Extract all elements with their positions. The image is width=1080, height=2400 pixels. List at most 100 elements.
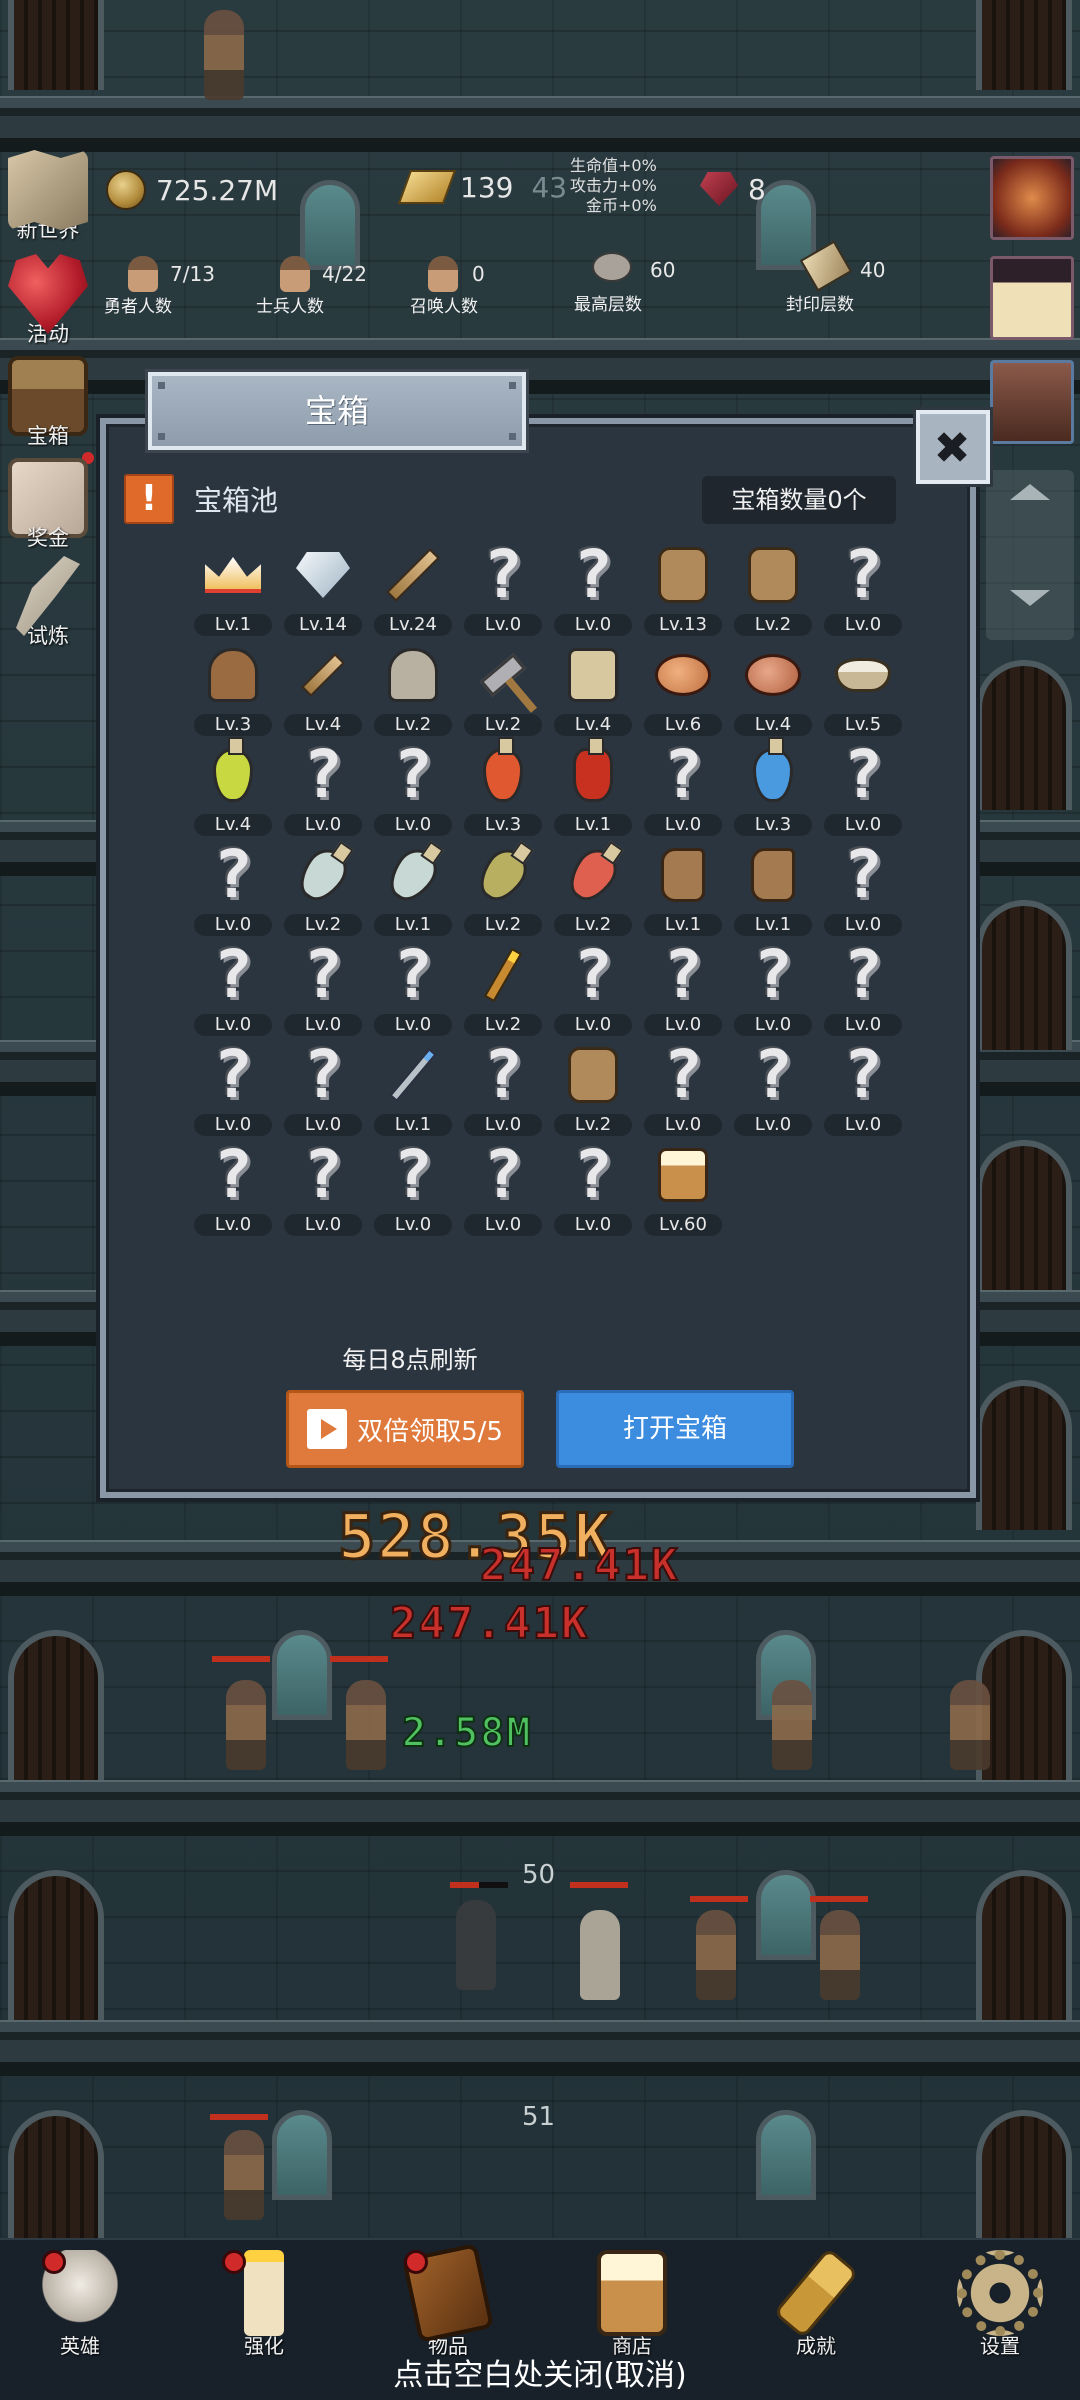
pool-item[interactable]: Lv.4 xyxy=(188,737,278,840)
pool-item[interactable]: ? Lv.0 xyxy=(638,940,728,1040)
pool-item[interactable]: ? Lv.0 xyxy=(548,1140,638,1240)
pool-item[interactable]: ? Lv.0 xyxy=(188,840,278,940)
pool-item[interactable]: Lv.2 xyxy=(458,940,548,1040)
side-menu-bonus[interactable]: 奖金 xyxy=(0,458,96,552)
pool-item[interactable]: ? Lv.0 xyxy=(548,540,638,640)
dungeon-door xyxy=(8,1870,104,2020)
pool-item[interactable]: Lv.1 xyxy=(548,737,638,840)
scroll-up-icon[interactable] xyxy=(1010,484,1050,500)
nav-item-items[interactable]: 物品 xyxy=(388,2243,508,2359)
pool-item[interactable]: ? Lv.0 xyxy=(278,1140,368,1240)
pool-item[interactable]: ? Lv.0 xyxy=(188,1140,278,1240)
pool-item[interactable]: ? Lv.0 xyxy=(278,940,368,1040)
unknown-icon: ? xyxy=(292,742,354,808)
pool-item[interactable]: Lv.1 xyxy=(368,840,458,940)
pool-item[interactable]: ? Lv.0 xyxy=(458,540,548,640)
question-mark-glyph: ? xyxy=(303,1036,343,1113)
pool-item[interactable]: ? Lv.0 xyxy=(818,540,908,640)
pool-item[interactable]: ? Lv.0 xyxy=(818,1040,908,1140)
dialog-title-text: 宝箱 xyxy=(304,392,369,430)
side-menu-new-world[interactable]: 新世界 xyxy=(0,150,96,244)
close-button[interactable]: ✖ xyxy=(916,410,990,484)
candle-event-button[interactable] xyxy=(990,256,1074,340)
pool-item[interactable]: ? Lv.0 xyxy=(458,1040,548,1140)
item-level: Lv.1 xyxy=(374,1114,452,1136)
item-level: Lv.0 xyxy=(824,914,902,936)
pool-item[interactable]: Lv.2 xyxy=(548,840,638,940)
nav-item-hero[interactable]: 英雄 xyxy=(20,2250,140,2359)
item-level: Lv.0 xyxy=(734,1114,812,1136)
pool-item[interactable]: Lv.14 xyxy=(278,540,368,640)
gem-display: 8 xyxy=(700,172,766,206)
dialog-title: 宝箱 xyxy=(148,372,526,450)
pool-item[interactable]: Lv.2 xyxy=(548,1040,638,1140)
pool-item[interactable]: ? Lv.0 xyxy=(368,740,458,840)
pool-item[interactable]: ? Lv.0 xyxy=(278,740,368,840)
double-claim-button[interactable]: 双倍领取5/5 xyxy=(286,1390,524,1468)
pool-item[interactable]: ? Lv.0 xyxy=(188,1040,278,1140)
shop-event-button[interactable] xyxy=(990,360,1074,444)
pool-item[interactable]: Lv.5 xyxy=(818,640,908,740)
nav-item-achievement[interactable]: 成就 xyxy=(756,2247,876,2359)
pool-item[interactable]: Lv.2 xyxy=(728,540,818,640)
pool-item[interactable]: Lv.1 xyxy=(368,1040,458,1140)
red-bottle-icon xyxy=(561,841,625,909)
nav-item-shop[interactable]: 商店 xyxy=(572,2250,692,2359)
pool-item[interactable]: ? Lv.0 xyxy=(278,1040,368,1140)
pool-item[interactable]: ? Lv.0 xyxy=(368,940,458,1040)
question-mark-glyph: ? xyxy=(573,936,613,1013)
pool-item[interactable]: ? Lv.0 xyxy=(818,940,908,1040)
pool-item[interactable]: ? Lv.0 xyxy=(638,740,728,840)
pool-item[interactable]: Lv.3 xyxy=(728,737,818,840)
close-icon: ✖ xyxy=(935,413,971,481)
pumpkin-event-button[interactable] xyxy=(990,156,1074,240)
pool-item[interactable]: Lv.2 xyxy=(278,840,368,940)
side-menu-chest[interactable]: 宝箱 xyxy=(0,356,96,464)
side-menu-activity[interactable]: 活动 xyxy=(0,254,96,348)
close-hint[interactable]: 点击空白处关闭(取消) xyxy=(0,2350,1080,2394)
pool-item[interactable]: Lv.1 xyxy=(728,840,818,940)
item-level: Lv.0 xyxy=(824,814,902,836)
unknown-icon: ? xyxy=(472,1142,534,1208)
pool-item[interactable]: ? Lv.0 xyxy=(548,940,638,1040)
question-mark-glyph: ? xyxy=(303,1136,343,1213)
pool-item[interactable]: Lv.13 xyxy=(638,540,728,640)
pool-item[interactable]: ? Lv.0 xyxy=(728,1040,818,1140)
open-chest-button[interactable]: 打开宝箱 xyxy=(556,1390,794,1468)
pool-item[interactable]: Lv.4 xyxy=(728,640,818,740)
pool-item[interactable]: ? Lv.0 xyxy=(368,1140,458,1240)
pool-item[interactable]: Lv.2 xyxy=(368,640,458,740)
item-level: Lv.0 xyxy=(824,1014,902,1036)
pool-item[interactable]: Lv.3 xyxy=(188,640,278,740)
nav-item-enhance[interactable]: 强化 xyxy=(204,2250,324,2359)
pool-item[interactable]: Lv.3 xyxy=(458,737,548,840)
item-level: Lv.0 xyxy=(374,814,452,836)
unknown-icon: ? xyxy=(202,1042,264,1108)
pool-item[interactable]: Lv.4 xyxy=(278,640,368,740)
pool-item[interactable]: Lv.1 xyxy=(188,540,278,640)
floor-scroll-control[interactable] xyxy=(986,470,1074,640)
pool-item[interactable]: Lv.2 xyxy=(458,640,548,740)
pool-item[interactable]: ? Lv.0 xyxy=(188,940,278,1040)
pool-item[interactable]: Lv.4 xyxy=(548,640,638,740)
dungeon-window xyxy=(300,180,360,270)
pool-item[interactable]: Lv.6 xyxy=(638,640,728,740)
warning-icon[interactable]: ! xyxy=(124,474,174,524)
pool-item[interactable]: Lv.1 xyxy=(638,840,728,940)
question-mark-glyph: ? xyxy=(753,936,793,1013)
pool-item[interactable]: Lv.24 xyxy=(368,540,458,640)
enemy-hp-bar xyxy=(330,1656,388,1662)
nav-item-settings[interactable]: 设置 xyxy=(940,2250,1060,2359)
item-level: Lv.0 xyxy=(194,1114,272,1136)
pool-item[interactable]: Lv.2 xyxy=(458,840,548,940)
dungeon-door xyxy=(976,1870,1072,2020)
rivet xyxy=(158,433,165,440)
pool-item[interactable]: ? Lv.0 xyxy=(818,740,908,840)
pool-item[interactable]: ? Lv.0 xyxy=(728,940,818,1040)
side-menu-trial[interactable]: 试炼 xyxy=(0,556,96,650)
pool-item[interactable]: ? Lv.0 xyxy=(818,840,908,940)
pool-item[interactable]: Lv.60 xyxy=(638,1140,728,1240)
pool-item[interactable]: ? Lv.0 xyxy=(638,1040,728,1140)
scroll-down-icon[interactable] xyxy=(1010,590,1050,606)
pool-item[interactable]: ? Lv.0 xyxy=(458,1140,548,1240)
